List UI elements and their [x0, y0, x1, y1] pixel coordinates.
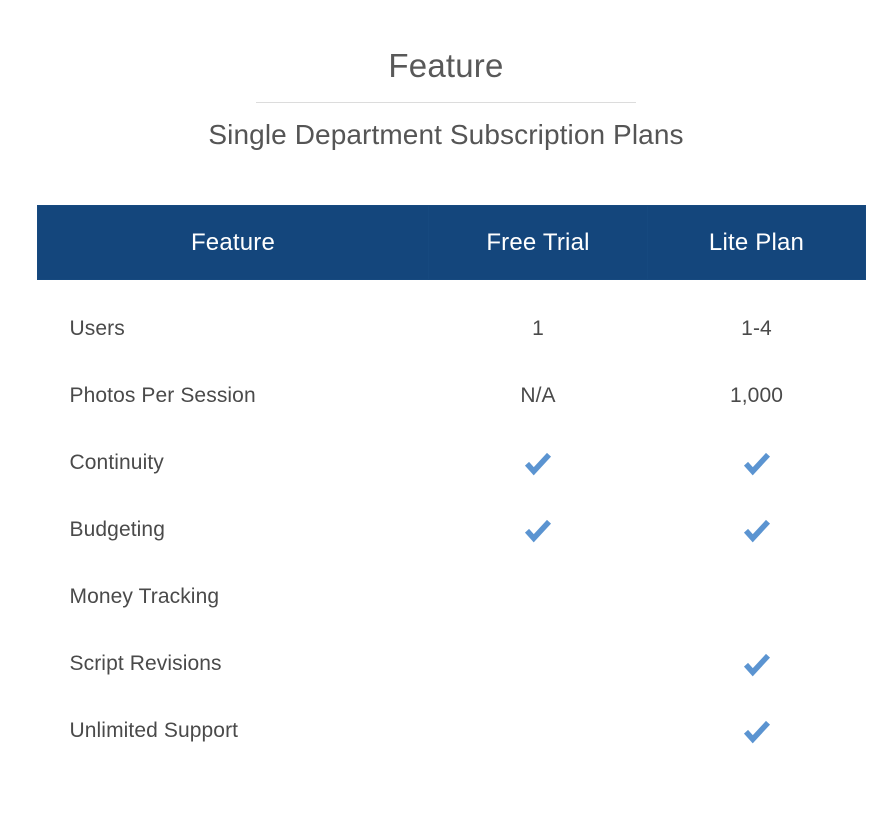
check-icon [742, 448, 772, 478]
free-trial-cell [429, 429, 648, 496]
plans-table-container: Feature Free Trial Lite Plan Users 1 1-4 Ph… [37, 205, 866, 764]
table-row: Unlimited Support [38, 697, 866, 764]
title-divider [256, 102, 636, 103]
feature-name-cell: Budgeting [69, 517, 165, 541]
table-row: Photos Per Session N/A 1,000 [38, 362, 866, 429]
table-row: Money Tracking [38, 563, 866, 630]
lite-plan-cell [648, 429, 866, 496]
free-trial-cell [429, 697, 648, 764]
free-trial-cell: N/A [520, 383, 556, 407]
lite-plan-cell [648, 563, 866, 630]
feature-name-cell: Script Revisions [69, 651, 222, 675]
page-title: Feature [388, 47, 504, 84]
free-trial-cell [429, 496, 648, 563]
feature-name-cell: Continuity [69, 450, 164, 474]
empty-value [538, 602, 539, 603]
table-row: Users 1 1-4 [38, 280, 866, 363]
free-trial-cell: 1 [532, 316, 544, 340]
feature-name-cell: Unlimited Support [69, 718, 239, 742]
lite-plan-cell: 1-4 [741, 316, 772, 340]
table-row: Script Revisions [38, 630, 866, 697]
subscription-plans-table: Feature Free Trial Lite Plan Users 1 1-4 Ph… [37, 205, 866, 764]
check-icon [523, 515, 553, 545]
page-header: Feature Single Department Subscription P… [0, 0, 892, 153]
feature-name-cell: Money Tracking [69, 584, 220, 608]
empty-value [538, 669, 539, 670]
lite-plan-cell [648, 630, 866, 697]
check-icon [742, 716, 772, 746]
column-header-free-trial[interactable]: Free Trial [428, 205, 648, 280]
empty-value [538, 736, 539, 737]
free-trial-cell [429, 630, 648, 697]
lite-plan-cell [648, 697, 866, 764]
check-icon [742, 515, 772, 545]
feature-name-cell: Photos Per Session [69, 383, 256, 407]
column-header-feature[interactable]: Feature [37, 205, 429, 280]
check-icon [742, 649, 772, 679]
page-subtitle: Single Department Subscription Plans [208, 119, 684, 150]
table-head: Feature Free Trial Lite Plan [37, 205, 866, 280]
lite-plan-cell: 1,000 [729, 383, 784, 407]
empty-value [756, 602, 757, 603]
free-trial-cell [429, 563, 648, 630]
lite-plan-cell [648, 496, 866, 563]
table-row: Budgeting [38, 496, 866, 563]
table-body: Users 1 1-4 Photos Per Session N/A 1,000 Conti… [38, 280, 866, 765]
column-header-lite-plan[interactable]: Lite Plan [647, 205, 866, 280]
table-row: Continuity [38, 429, 866, 496]
feature-name-cell: Users [69, 316, 125, 340]
table-header-row: Feature Free Trial Lite Plan [37, 205, 866, 280]
check-icon [523, 448, 553, 478]
